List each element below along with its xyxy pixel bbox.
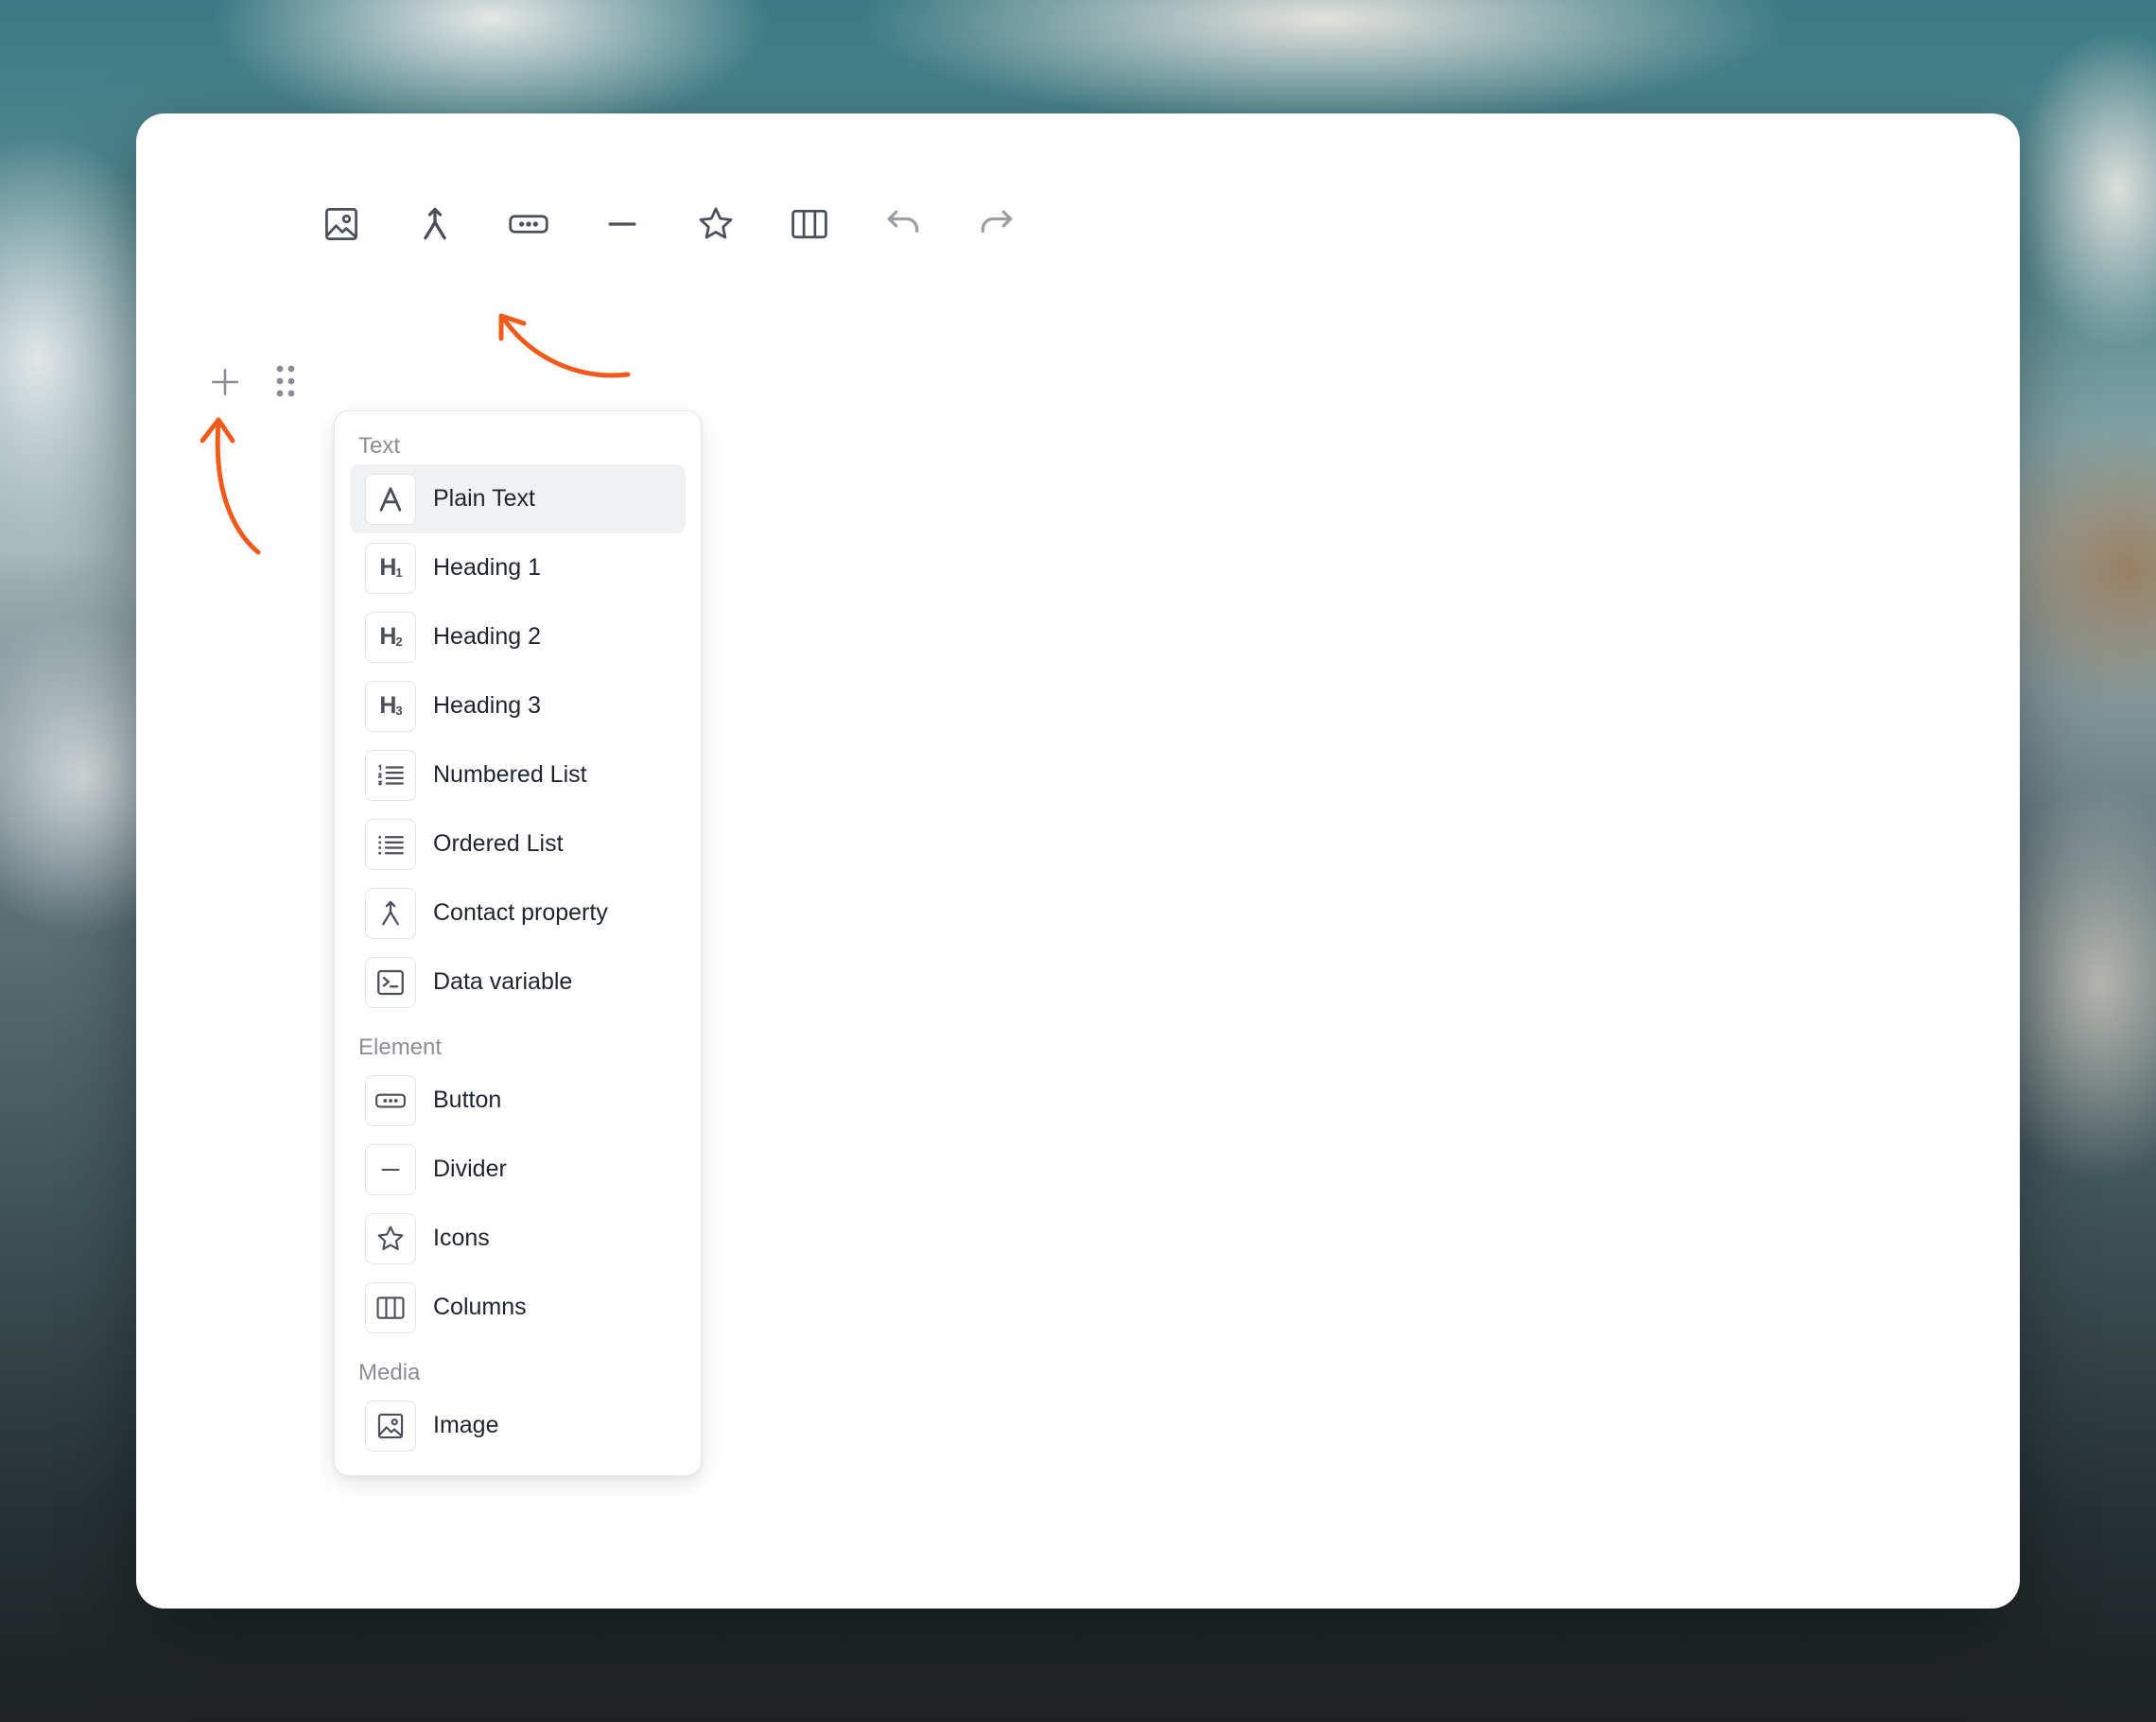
menu-item-contact-property[interactable]: Contact property bbox=[350, 878, 686, 948]
annotation-arrow-toolbar bbox=[498, 313, 631, 378]
menu-item-label: Numbered List bbox=[433, 761, 587, 788]
menu-group-label: Media bbox=[358, 1360, 421, 1385]
menu-item-label: Button bbox=[433, 1087, 502, 1113]
button-icon bbox=[509, 215, 548, 234]
bullet-list-icon bbox=[365, 818, 416, 870]
merge-icon bbox=[424, 207, 446, 240]
divider-icon bbox=[608, 222, 636, 226]
menu-item-label: Contact property bbox=[433, 899, 608, 926]
annotation-arrow-plus bbox=[200, 417, 261, 555]
menu-item-columns[interactable]: Columns bbox=[350, 1273, 686, 1342]
menu-item-plain-text[interactable]: Plain Text bbox=[350, 464, 686, 533]
menu-group-label: Element bbox=[358, 1035, 443, 1060]
menu-item-heading-3[interactable]: H3 Heading 3 bbox=[350, 671, 686, 740]
add-block-button[interactable] bbox=[204, 361, 246, 403]
numbered-list-icon bbox=[365, 749, 416, 801]
image-icon bbox=[365, 1400, 416, 1452]
menu-item-label: Heading 1 bbox=[433, 554, 541, 581]
redo-icon bbox=[981, 210, 1013, 233]
menu-item-label: Columns bbox=[433, 1294, 527, 1320]
menu-item-button[interactable]: Button bbox=[350, 1066, 686, 1135]
toolbar-image-button[interactable] bbox=[307, 193, 401, 255]
terminal-icon bbox=[365, 956, 416, 1008]
undo-icon bbox=[887, 210, 919, 233]
heading-3-icon: H3 bbox=[365, 680, 416, 732]
button-icon bbox=[365, 1074, 416, 1126]
menu-item-label: Plain Text bbox=[433, 485, 535, 512]
toolbar-divider-button[interactable] bbox=[588, 193, 682, 255]
menu-item-label: Image bbox=[433, 1412, 499, 1438]
toolbar bbox=[307, 193, 1056, 255]
editor-canvas: Text Plain Text H1 Heading 1 H2 Heading … bbox=[136, 113, 2020, 1609]
text-a-icon bbox=[365, 473, 416, 525]
heading-2-icon: H2 bbox=[365, 611, 416, 663]
menu-item-numbered-list[interactable]: Numbered List bbox=[350, 740, 686, 809]
menu-item-label: Data variable bbox=[433, 968, 573, 995]
drag-dots-icon bbox=[276, 365, 295, 397]
columns-icon bbox=[791, 209, 827, 239]
menu-item-image[interactable]: Image bbox=[350, 1391, 686, 1460]
menu-item-ordered-list[interactable]: Ordered List bbox=[350, 809, 686, 878]
menu-item-divider[interactable]: Divider bbox=[350, 1135, 686, 1204]
menu-item-label: Heading 3 bbox=[433, 692, 541, 719]
menu-item-label: Heading 2 bbox=[433, 623, 541, 650]
toolbar-undo-button[interactable] bbox=[869, 193, 963, 255]
merge-icon bbox=[365, 887, 416, 939]
toolbar-columns-button[interactable] bbox=[775, 193, 869, 255]
star-icon bbox=[365, 1212, 416, 1264]
drag-handle[interactable] bbox=[272, 361, 299, 403]
plus-icon bbox=[211, 368, 239, 396]
toolbar-merge-tag-button[interactable] bbox=[401, 193, 495, 255]
menu-item-heading-2[interactable]: H2 Heading 2 bbox=[350, 602, 686, 671]
toolbar-redo-button[interactable] bbox=[963, 193, 1056, 255]
toolbar-button-button[interactable] bbox=[495, 193, 588, 255]
divider-icon bbox=[365, 1143, 416, 1195]
menu-item-data-variable[interactable]: Data variable bbox=[350, 948, 686, 1017]
menu-item-icons[interactable]: Icons bbox=[350, 1204, 686, 1273]
menu-item-label: Divider bbox=[433, 1156, 507, 1182]
insert-block-menu: Text Plain Text H1 Heading 1 H2 Heading … bbox=[334, 410, 702, 1476]
toolbar-icons-button[interactable] bbox=[682, 193, 775, 255]
menu-item-heading-1[interactable]: H1 Heading 1 bbox=[350, 533, 686, 602]
image-icon bbox=[325, 208, 357, 240]
star-icon bbox=[699, 207, 733, 239]
menu-group-label: Text bbox=[358, 433, 401, 459]
columns-icon bbox=[365, 1281, 416, 1333]
menu-item-label: Ordered List bbox=[433, 830, 564, 857]
menu-item-label: Icons bbox=[433, 1225, 490, 1251]
heading-1-icon: H1 bbox=[365, 542, 416, 594]
